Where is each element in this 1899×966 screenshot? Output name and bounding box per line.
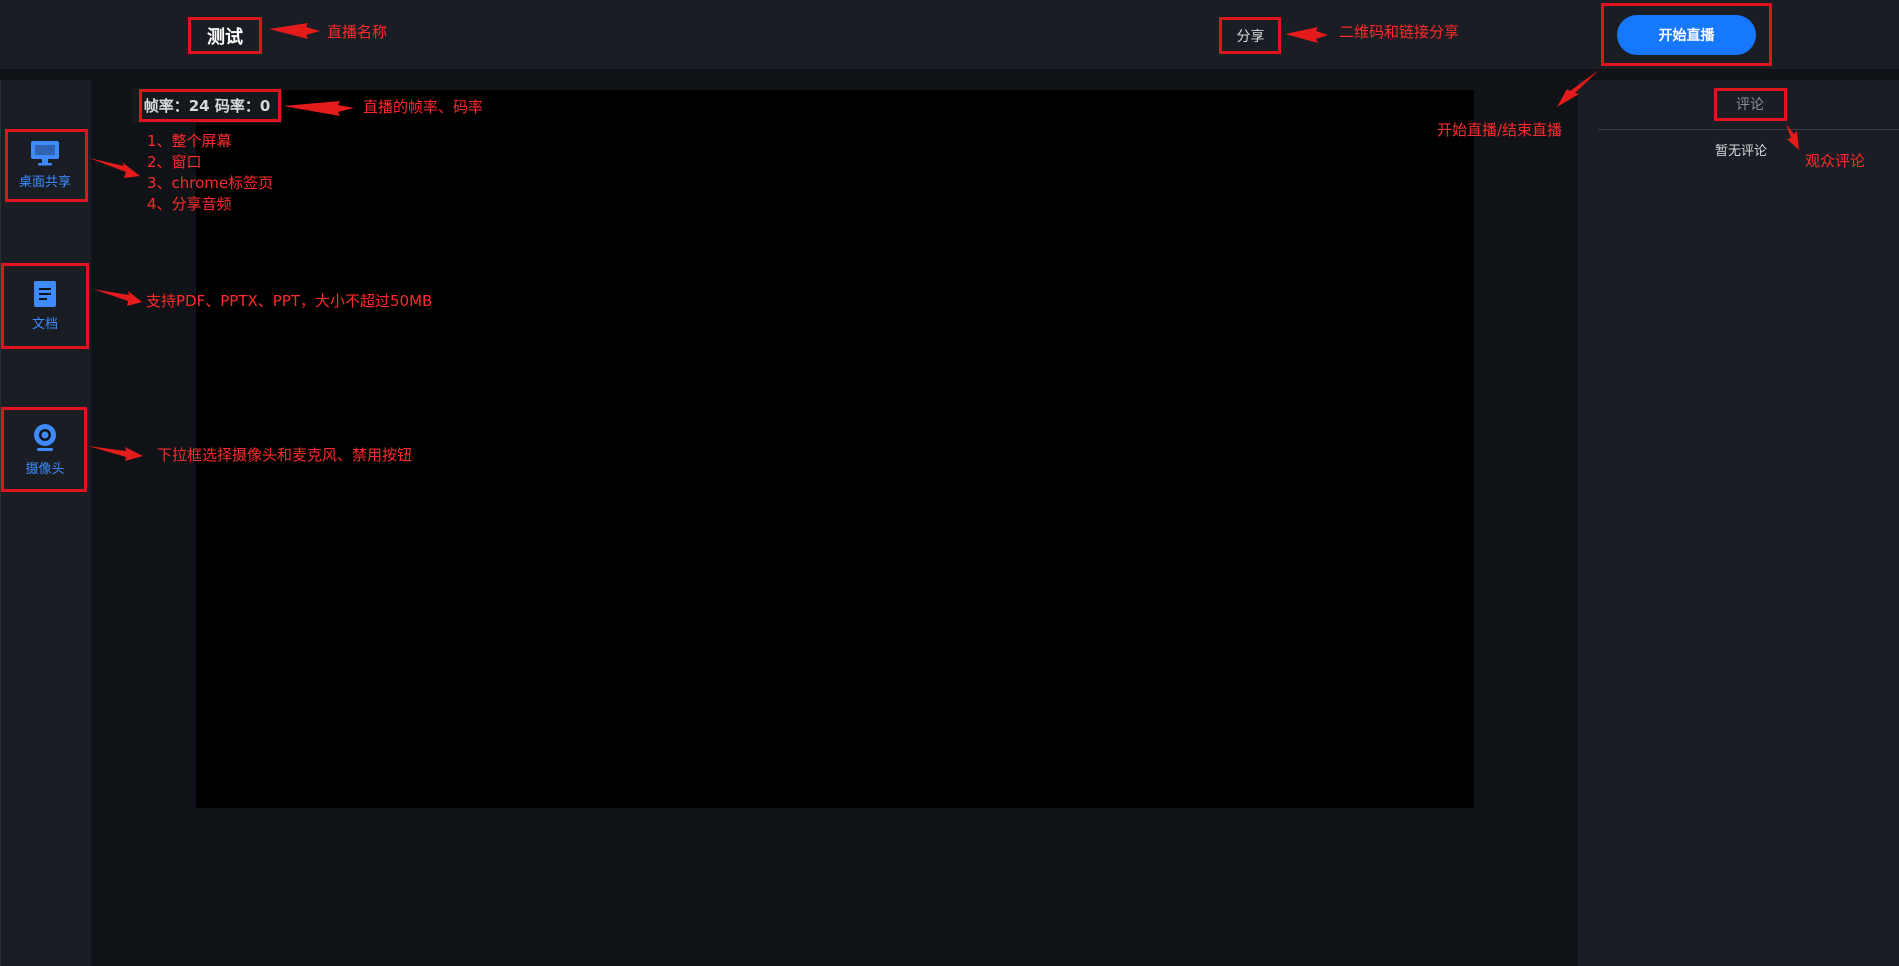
annotation-desktop-note-3: 3、chrome标签页: [147, 174, 274, 192]
annotation-desktop-note-1: 1、整个屏幕: [147, 132, 232, 150]
annotation-box-camera: [1, 407, 87, 492]
left-sidebar: [0, 80, 91, 966]
annotation-comment-note: 观众评论: [1805, 152, 1866, 170]
annotation-box-desktop: [5, 129, 88, 202]
annotation-desktop-note-2: 2、窗口: [147, 153, 202, 171]
annotation-stats-note: 直播的帧率、码率: [363, 98, 484, 116]
annotation-start-note: 开始直播/结束直播: [1437, 121, 1563, 139]
annotation-box-start: [1601, 3, 1772, 66]
annotation-box-document: [1, 263, 89, 349]
annotation-title-note: 直播名称: [327, 23, 388, 41]
annotation-camera-note: 下拉框选择摄像头和麦克风、禁用按钮: [157, 446, 413, 464]
annotation-desktop-note-4: 4、分享音频: [147, 195, 232, 213]
annotation-box-title: [188, 17, 262, 54]
annotation-share-note: 二维码和链接分享: [1339, 23, 1460, 41]
annotation-box-share: [1219, 17, 1281, 54]
comments-panel: [1578, 80, 1899, 966]
annotation-box-comments: [1714, 88, 1787, 121]
comments-divider: [1598, 129, 1899, 130]
empty-comments-text: 暂无评论: [1714, 144, 1767, 159]
annotation-box-stats: [139, 89, 281, 122]
annotation-document-note: 支持PDF、PPTX、PPT，大小不超过50MB: [146, 292, 433, 310]
